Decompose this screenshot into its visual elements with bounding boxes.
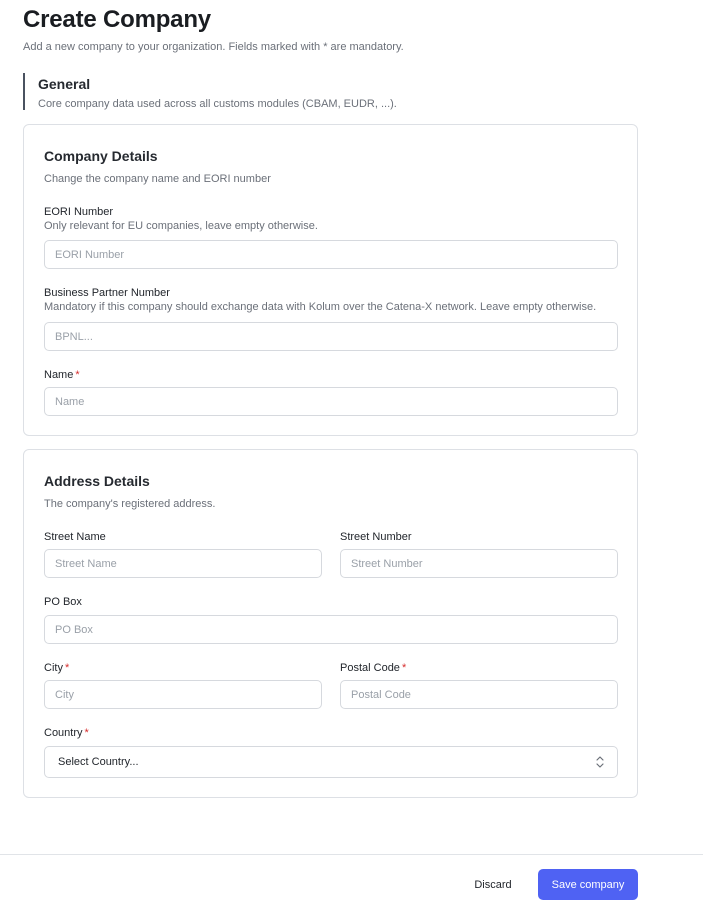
- po-box-label: PO Box: [44, 596, 82, 608]
- country-select-value: Select Country...: [58, 756, 139, 768]
- address-details-description: The company's registered address.: [44, 498, 216, 510]
- name-label: Name *: [44, 369, 80, 382]
- bpn-label: Business Partner Number: [44, 287, 170, 299]
- page-title: Create Company: [23, 6, 211, 33]
- general-section-title: General: [38, 76, 91, 92]
- required-marker: *: [75, 369, 80, 381]
- po-box-input[interactable]: [44, 615, 618, 644]
- page-subtitle: Add a new company to your organization. …: [23, 41, 404, 53]
- required-marker: *: [401, 662, 407, 674]
- city-input[interactable]: [44, 680, 322, 709]
- required-marker: *: [84, 727, 89, 739]
- company-details-description: Change the company name and EORI number: [44, 173, 271, 185]
- street-number-input[interactable]: [340, 549, 618, 578]
- save-company-button[interactable]: Save company: [538, 869, 638, 900]
- general-section-header: General Core company data used across al…: [23, 73, 423, 110]
- discard-button[interactable]: Discard: [463, 869, 523, 900]
- country-select[interactable]: Select Country...: [44, 746, 618, 778]
- street-number-label: Street Number: [340, 531, 412, 543]
- postal-code-input[interactable]: [340, 680, 618, 709]
- address-details-title: Address Details: [44, 473, 150, 489]
- country-label: Country *: [44, 727, 89, 740]
- company-details-title: Company Details: [44, 148, 158, 164]
- name-input[interactable]: [44, 387, 618, 416]
- street-name-input[interactable]: [44, 549, 322, 578]
- bpn-hint: Mandatory if this company should exchang…: [44, 301, 597, 313]
- address-details-card: Address Details The company's registered…: [23, 449, 638, 798]
- name-label-text: Name: [44, 369, 74, 381]
- business-partner-number-input[interactable]: [44, 322, 618, 351]
- company-details-card: Company Details Change the company name …: [23, 124, 638, 436]
- form-footer: Discard Save company: [0, 854, 703, 913]
- page-header: Create Company Add a new company to your…: [23, 6, 404, 54]
- eori-number-input[interactable]: [44, 240, 618, 269]
- street-name-label: Street Name: [44, 531, 106, 543]
- eori-label: EORI Number: [44, 206, 114, 218]
- city-label-text: City: [44, 662, 63, 674]
- postal-code-label: Postal Code *: [340, 662, 406, 675]
- postal-code-label-text: Postal Code: [340, 662, 400, 674]
- chevron-up-down-icon: [596, 756, 604, 768]
- general-section-description: Core company data used across all custom…: [38, 98, 397, 110]
- country-label-text: Country: [44, 727, 83, 739]
- required-marker: *: [64, 662, 70, 674]
- city-label: City *: [44, 662, 69, 675]
- eori-hint: Only relevant for EU companies, leave em…: [44, 220, 318, 232]
